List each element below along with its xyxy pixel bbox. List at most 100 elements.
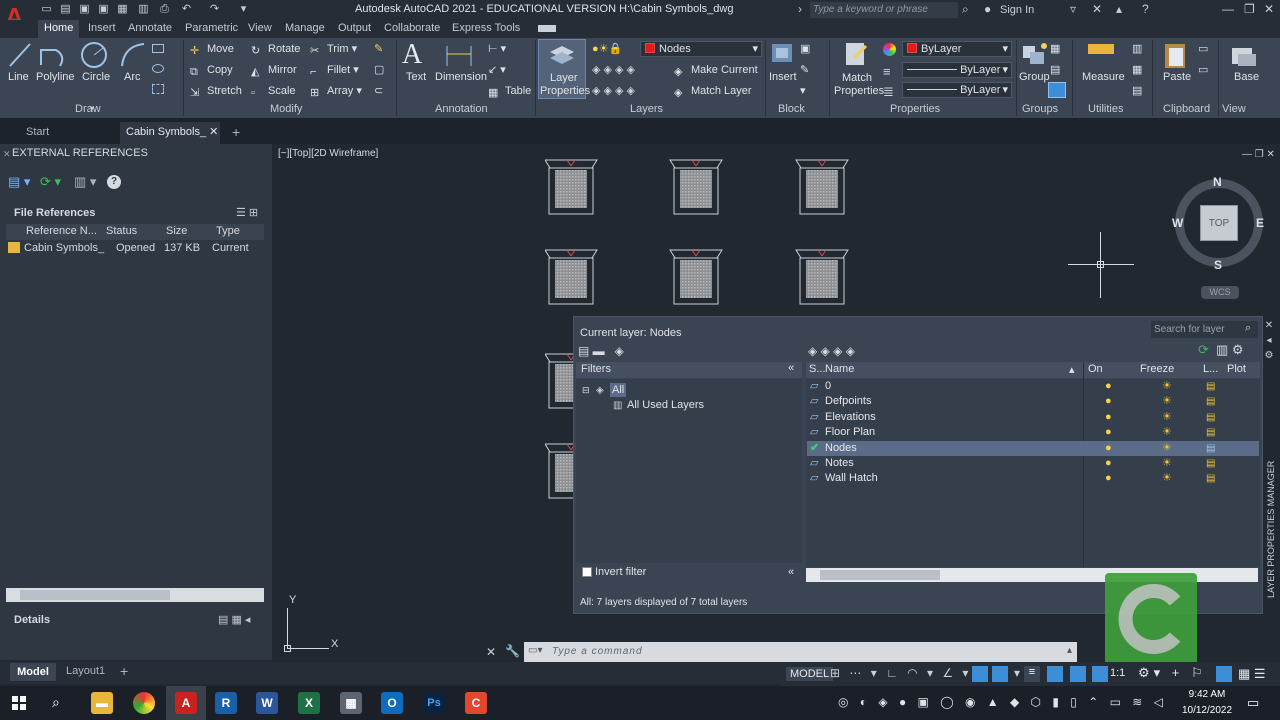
close-icon[interactable]: ✕	[1264, 2, 1274, 17]
lock-icon[interactable]: ▤	[1206, 441, 1215, 456]
col-size[interactable]: Size	[166, 225, 187, 237]
help-search-input[interactable]: Type a keyword or phrase	[810, 2, 958, 18]
measure-icon[interactable]	[1088, 44, 1114, 54]
hatch-icon[interactable]	[152, 84, 164, 94]
group-button[interactable]: Group	[1019, 70, 1050, 84]
col-reference-name[interactable]: Reference N...	[26, 225, 97, 237]
line-button[interactable]: Line	[8, 70, 29, 84]
layer-row[interactable]: ▱ Elevations ● ☀ ▤	[807, 410, 1259, 425]
model-space-button[interactable]: MODEL	[786, 667, 834, 681]
tab-insert[interactable]: Insert	[88, 20, 116, 38]
file-tab-start[interactable]: Start	[20, 122, 116, 144]
invert-filter-checkbox[interactable]	[582, 567, 592, 577]
sun-icon[interactable]: ☀	[1162, 410, 1172, 425]
a360-icon[interactable]: ▴	[1116, 2, 1122, 17]
filter-all[interactable]: All	[610, 383, 627, 397]
bulb-icon[interactable]: ●	[1105, 410, 1112, 425]
block-panel-title[interactable]: Block	[778, 103, 805, 117]
layer-row-selected[interactable]: ✔ Nodes ● ☀ ▤	[807, 441, 1259, 456]
attach-dwg-icon[interactable]: ▤ ▾	[8, 174, 30, 190]
minimize-icon[interactable]: —	[1222, 2, 1234, 17]
table-button[interactable]: ▦ Table	[488, 84, 531, 99]
ungroup-icon[interactable]: ▦	[1050, 42, 1060, 56]
sun-icon[interactable]: ☀	[1162, 441, 1172, 456]
view-panel-title[interactable]: View	[1222, 103, 1246, 117]
taskbar-search-icon[interactable]: ⌕	[52, 694, 60, 711]
annotation-scale[interactable]: 1:1	[1110, 667, 1125, 679]
details-view-icon[interactable]: ▤ ▦ ◂	[218, 613, 250, 626]
groups-panel-title[interactable]: Groups	[1022, 103, 1058, 117]
line-icon[interactable]	[6, 40, 34, 70]
explode-icon[interactable]: ▢	[374, 63, 384, 77]
layer-row[interactable]: ▱ Wall Hatch ● ☀ ▤	[807, 471, 1259, 486]
lock-icon[interactable]: ▤	[1206, 471, 1215, 486]
layer-row[interactable]: ▱ Notes ● ☀ ▤	[807, 456, 1259, 471]
outlook-taskbar-icon[interactable]: O	[381, 692, 403, 714]
base-button[interactable]: Base	[1234, 70, 1259, 84]
lock-icon[interactable]: ▤	[1206, 394, 1215, 409]
group-edit-icon[interactable]: ▤	[1050, 63, 1060, 77]
viewport-controls[interactable]: [−][Top][2D Wireframe]	[278, 148, 378, 159]
compass-east[interactable]: E	[1256, 216, 1264, 230]
redo-icon[interactable]: ↷	[208, 3, 221, 16]
measure-button[interactable]: Measure	[1082, 70, 1125, 84]
tab-parametric[interactable]: Parametric	[185, 20, 238, 38]
sun-icon[interactable]: ☀	[1162, 425, 1172, 440]
col-lock-header[interactable]: L...	[1203, 363, 1218, 375]
layer-row[interactable]: ▱ Floor Plan ● ☀ ▤	[807, 425, 1259, 440]
layer-search-input[interactable]: Search for layer	[1151, 321, 1258, 338]
scale-button[interactable]: ▫ Scale	[251, 84, 296, 99]
copy-clip-icon[interactable]: ▭	[1198, 42, 1208, 56]
command-input[interactable]: Type a command	[552, 646, 643, 657]
bulb-icon[interactable]: ●	[1105, 456, 1112, 471]
modify-panel-title[interactable]: Modify	[270, 103, 302, 117]
layer-search-icon[interactable]: ⌕	[1245, 322, 1251, 335]
make-current-button[interactable]: ◈ Make Current	[674, 63, 758, 78]
polyline-button[interactable]: Polyline	[36, 70, 75, 84]
calculator-icon[interactable]: ▤	[1132, 84, 1142, 98]
tab-output[interactable]: Output	[338, 20, 371, 38]
tab-manage[interactable]: Manage	[285, 20, 325, 38]
command-close-icon[interactable]: ✕	[486, 645, 496, 659]
col-on-header[interactable]: On	[1088, 363, 1103, 375]
chrome-icon[interactable]	[133, 692, 155, 714]
web-save-icon[interactable]: ▥	[137, 3, 150, 16]
col-freeze-header[interactable]: Freeze	[1140, 363, 1174, 375]
insert-button[interactable]: Insert	[769, 70, 797, 84]
paste-button[interactable]: Paste	[1163, 70, 1191, 84]
color-wheel-icon[interactable]	[883, 43, 896, 56]
layers-panel-title[interactable]: Layers	[630, 103, 663, 117]
filter-tool-icons[interactable]: ▤ ▬ ◈	[578, 344, 624, 358]
photoshop-taskbar-icon[interactable]: Ps	[423, 692, 445, 714]
base-view-icon[interactable]	[1230, 44, 1258, 68]
match-properties-label1[interactable]: Match	[842, 71, 872, 85]
tab-annotate[interactable]: Annotate	[128, 20, 172, 38]
excel-taskbar-icon[interactable]: X	[298, 692, 320, 714]
layer-row[interactable]: ▱ Defpoints ● ☀ ▤	[807, 394, 1259, 409]
command-customize-icon[interactable]: 🔧	[505, 644, 520, 658]
cut-clip-icon[interactable]: ▭	[1198, 63, 1208, 77]
draw-expand-icon[interactable]: ▾	[90, 104, 98, 118]
layer-dropdown[interactable]: Nodes ▾	[640, 41, 762, 57]
customize-icon[interactable]: ▾	[237, 3, 250, 16]
rotate-button[interactable]: ↻ Rotate	[251, 42, 300, 57]
col-type[interactable]: Type	[216, 225, 240, 237]
col-status-header[interactable]: S...	[809, 363, 826, 375]
undo-icon[interactable]: ↶	[180, 3, 193, 16]
lock-icon[interactable]: ▤	[1206, 456, 1215, 471]
bulb-icon[interactable]: ●	[1105, 379, 1112, 394]
annotation-visibility-toggle[interactable]	[1070, 666, 1086, 682]
calculator-taskbar-icon[interactable]: ▦	[340, 692, 362, 714]
match-properties-label2[interactable]: Properties	[834, 84, 884, 98]
bulb-icon[interactable]: ●	[1105, 394, 1112, 409]
tree-collapse-icon[interactable]: ⊟	[582, 385, 590, 396]
match-layer-button[interactable]: ◈ Match Layer	[674, 84, 752, 99]
system-tray-icons[interactable]: ◎ ◐ ◈ ● ▣ ◯ ◉ ▲ ◆ ⬡ ▮ ▯ ⌃ ▭ ≋ ◁	[838, 695, 1167, 709]
arc-icon[interactable]	[118, 40, 148, 70]
tab-model[interactable]: Model	[10, 663, 56, 681]
filter-all-used[interactable]: All Used Layers	[627, 399, 704, 411]
tab-home[interactable]: Home	[38, 20, 80, 38]
clock-date[interactable]: 10/12/2022	[1175, 705, 1239, 716]
web-open-icon[interactable]: ▦	[116, 3, 129, 16]
cart-icon[interactable]: ▿	[1070, 2, 1076, 17]
